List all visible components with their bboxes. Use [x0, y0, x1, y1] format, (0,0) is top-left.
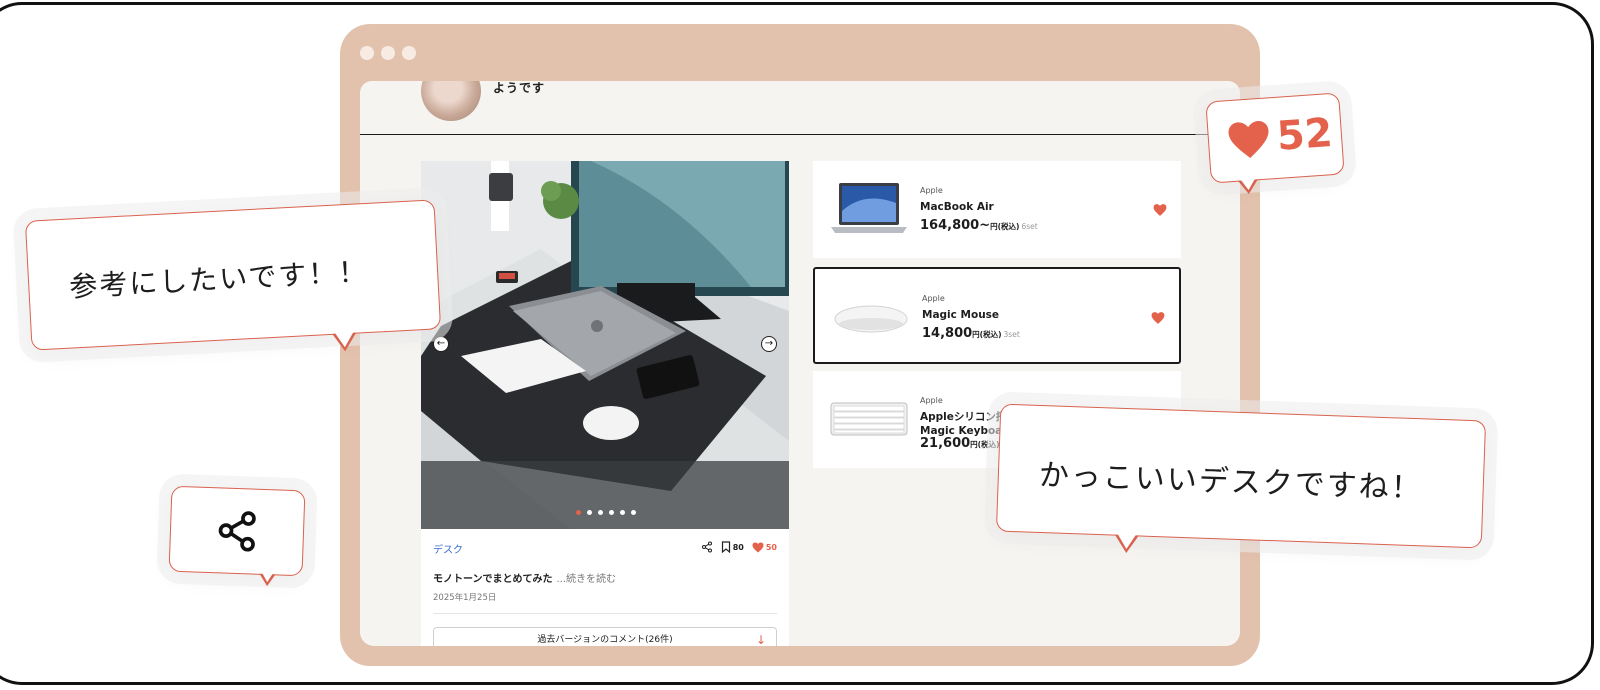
post-date: 2025年1月25日 — [433, 593, 497, 603]
post-actions: 80 50 — [701, 541, 777, 553]
carousel-next-button[interactable]: → — [761, 336, 777, 352]
like-button[interactable]: 50 — [752, 542, 777, 553]
product-item[interactable]: Apple MacBook Air 164,800~円(税込) 6set — [813, 161, 1181, 258]
product-brand: Apple — [922, 294, 945, 303]
post-title: モノトーンでまとめてみた ...続きを読む — [433, 570, 616, 585]
share-bubble[interactable] — [168, 485, 306, 587]
product-brand: Apple — [920, 186, 943, 195]
carousel-dot[interactable] — [620, 510, 625, 515]
heart-icon[interactable] — [1151, 311, 1165, 325]
share-icon — [218, 511, 256, 552]
post-photo[interactable]: ← → — [421, 161, 789, 529]
product-name: MacBook Air — [920, 201, 994, 213]
window-maximize-button[interactable] — [402, 46, 416, 60]
card-divider — [433, 613, 777, 614]
keyboard-icon — [830, 402, 908, 436]
comment-bubble-right: かっこいいデスクですね！ — [995, 403, 1487, 554]
desk-photo-image — [421, 161, 789, 529]
bubble-tail-fill — [1116, 532, 1137, 550]
window-close-button[interactable] — [360, 46, 374, 60]
profile-greeting: ようです — [493, 81, 546, 95]
header-divider — [360, 134, 1240, 135]
mouse-icon — [834, 305, 908, 333]
bookmark-icon — [721, 541, 730, 553]
bubble-tail-fill — [1239, 177, 1257, 191]
likes-count: 52 — [1275, 110, 1335, 160]
set-count: 3set — [1003, 330, 1020, 339]
price-value: 164,800~ — [920, 218, 991, 233]
bubble-tail-fill — [334, 330, 355, 348]
product-price: 21,600円(税込) — [920, 436, 1000, 451]
product-item[interactable]: Apple Magic Mouse 14,800円(税込) 3set — [813, 267, 1181, 364]
carousel-dot[interactable] — [609, 510, 614, 515]
post-tag[interactable]: デスク — [433, 541, 463, 556]
set-count: 6set — [1021, 222, 1038, 231]
window-controls — [360, 46, 416, 60]
carousel-dot[interactable] — [576, 510, 581, 515]
page-content: ようです ← → デスク 80 50 モノトーンでまとめてみた ...続きを読む… — [360, 81, 1240, 646]
heart-icon — [1228, 120, 1269, 158]
product-name: Magic Mouse — [922, 309, 1000, 321]
price-value: 21,600 — [920, 436, 971, 451]
product-price: 14,800円(税込) 3set — [922, 326, 1020, 341]
price-unit: 円(税込) — [970, 440, 1000, 449]
carousel-dot[interactable] — [598, 510, 603, 515]
post-title-text: モノトーンでまとめてみた — [433, 574, 553, 585]
likes-bubble: 52 — [1205, 92, 1345, 195]
heart-icon[interactable] — [1153, 203, 1167, 217]
post-card: ← → デスク 80 50 モノトーンでまとめてみた ...続きを読む 2025… — [421, 161, 789, 646]
product-brand: Apple — [920, 396, 943, 405]
read-more-link[interactable]: ...続きを読む — [557, 574, 617, 585]
comment-text-left: 参考にしたいです！！ — [68, 254, 370, 304]
laptop-icon — [831, 183, 907, 233]
price-value: 14,800 — [922, 326, 973, 341]
like-count: 50 — [765, 542, 777, 552]
heart-icon — [752, 542, 764, 552]
price-unit: 円(税込) — [990, 222, 1020, 231]
arrow-down-icon: ↓ — [755, 633, 766, 646]
bookmark-button[interactable]: 80 — [721, 541, 744, 553]
price-unit: 円(税込) — [972, 330, 1002, 339]
post-meta: デスク 80 50 — [433, 541, 777, 557]
bookmark-count: 80 — [732, 542, 744, 552]
carousel-prev-button[interactable]: ← — [433, 336, 449, 352]
share-icon — [701, 541, 712, 553]
comment-bubble-left: 参考にしたいです！！ — [24, 199, 442, 352]
share-button[interactable] — [701, 541, 713, 553]
carousel-dot[interactable] — [631, 510, 636, 515]
window-minimize-button[interactable] — [381, 46, 395, 60]
carousel-pager — [576, 510, 636, 515]
past-comments-label: 過去バージョンのコメント(26件) — [537, 635, 673, 645]
carousel-dot[interactable] — [587, 510, 592, 515]
avatar[interactable] — [421, 81, 481, 121]
comment-text-right: かっこいいデスクですね！ — [1038, 457, 1424, 507]
product-price: 164,800~円(税込) 6set — [920, 218, 1038, 233]
bubble-tail-fill — [261, 571, 274, 583]
browser-window: ようです ← → デスク 80 50 モノトーンでまとめてみた ...続きを読む… — [340, 24, 1260, 666]
past-comments-button[interactable]: 過去バージョンのコメント(26件) ↓ — [433, 627, 777, 646]
